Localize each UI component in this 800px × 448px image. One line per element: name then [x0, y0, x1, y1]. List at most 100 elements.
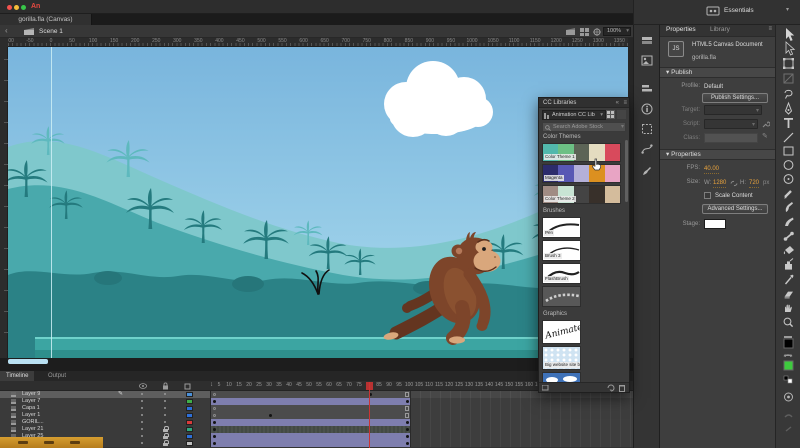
library-select[interactable]: Animation CC Lib ▾: [542, 110, 606, 120]
fps-value[interactable]: 40.00: [704, 165, 720, 174]
color-swatch[interactable]: [573, 144, 590, 161]
stage[interactable]: [4, 47, 635, 358]
brush-item[interactable]: FlashBrush: [542, 263, 581, 284]
layer-name[interactable]: Capa 1: [22, 405, 40, 412]
layer-lock-toggle[interactable]: [164, 393, 166, 395]
ink-bottle-tool[interactable]: [785, 258, 794, 270]
library-panel-icon[interactable]: [641, 55, 653, 67]
gradient-transform-tool[interactable]: [783, 73, 794, 84]
center-frame-icon[interactable]: [593, 28, 601, 36]
workspace-switcher[interactable]: Essentials: [724, 6, 754, 15]
stroke-color-swatch[interactable]: [783, 336, 794, 349]
link-dimensions-icon[interactable]: [730, 180, 738, 187]
height-value[interactable]: 720: [749, 179, 760, 188]
scale-content-checkbox[interactable]: [704, 192, 711, 199]
layer-row[interactable]: Layer 1: [0, 412, 633, 419]
motion-presets-panel-icon[interactable]: [641, 143, 653, 155]
edit-scene-icon[interactable]: [566, 28, 576, 36]
new-library-icon[interactable]: [542, 385, 549, 391]
layer-color-swatch[interactable]: [186, 399, 193, 404]
brush-tool[interactable]: [785, 202, 793, 212]
class-input[interactable]: [704, 133, 758, 143]
trash-icon[interactable]: [619, 384, 625, 392]
layer-visibility-toggle[interactable]: [141, 442, 143, 444]
layer-frames[interactable]: [211, 426, 633, 433]
layer-lock-toggle[interactable]: [164, 407, 166, 409]
stage-color-swatch[interactable]: [704, 219, 726, 229]
layer-color-swatch[interactable]: [186, 434, 193, 439]
pen-tool[interactable]: [784, 101, 793, 115]
layer-color-swatch[interactable]: [186, 413, 193, 418]
layer-color-swatch[interactable]: [186, 420, 193, 425]
color-swatch[interactable]: [573, 186, 590, 203]
advanced-settings-button[interactable]: Advanced Settings...: [702, 204, 768, 214]
layer-lock-toggle[interactable]: [164, 400, 166, 402]
layer-name-cell[interactable]: Layer 7: [0, 398, 211, 405]
default-colors-icon[interactable]: [783, 375, 793, 384]
vertical-guide[interactable]: [51, 47, 52, 358]
properties-section-header[interactable]: ▾ Properties: [660, 149, 775, 160]
subselection-tool[interactable]: [785, 41, 796, 56]
hand-tool[interactable]: [785, 304, 792, 312]
layer-lock-icon[interactable]: [163, 433, 169, 439]
grid-view-button[interactable]: [606, 110, 615, 119]
color-theme[interactable]: Magenta: [542, 164, 621, 183]
layer-name[interactable]: Layer 21: [22, 426, 43, 433]
document-tab[interactable]: gorilla.fla (Canvas): [0, 14, 92, 25]
publish-settings-button[interactable]: Publish Settings...: [702, 93, 768, 103]
width-value[interactable]: 1280: [713, 179, 727, 188]
tool-options[interactable]: [784, 414, 793, 432]
align-panel-icon[interactable]: [641, 83, 653, 95]
color-theme[interactable]: Color Theme 1: [542, 143, 621, 162]
eyedropper-tool[interactable]: [784, 274, 794, 285]
layer-visibility-toggle[interactable]: [141, 435, 143, 437]
color-swatch[interactable]: [589, 186, 605, 203]
publish-section-header[interactable]: ▾ Publish: [660, 67, 775, 78]
stage-zoom-select[interactable]: 100% ▾: [603, 27, 631, 36]
list-view-button[interactable]: [617, 110, 626, 119]
layer-visibility-toggle[interactable]: [141, 393, 143, 395]
layer-frames[interactable]: [211, 433, 633, 440]
brush-item[interactable]: [542, 286, 581, 307]
tab-output[interactable]: Output: [42, 371, 72, 381]
brush-library-panel-icon[interactable]: [641, 165, 653, 177]
free-transform-tool[interactable]: [783, 58, 794, 69]
panel-collapse-icon[interactable]: «: [616, 98, 619, 108]
layer-lock-icon[interactable]: [163, 440, 169, 446]
stock-search-input[interactable]: Search Adobe Stock ▾: [542, 122, 626, 132]
camera-tool[interactable]: [784, 392, 793, 402]
edit-symbols-icon[interactable]: [580, 28, 589, 36]
layer-color-swatch[interactable]: [186, 392, 193, 397]
cc-libraries-header[interactable]: CC Libraries « ≡: [539, 98, 629, 108]
panel-menu-icon[interactable]: ≡: [623, 98, 627, 108]
show-hide-all-icon[interactable]: [139, 383, 147, 389]
eraser-tool[interactable]: [784, 291, 793, 299]
tab-properties[interactable]: Properties: [666, 26, 696, 33]
scene-name[interactable]: Scene 1: [39, 27, 63, 36]
layer-visibility-toggle[interactable]: [141, 428, 143, 430]
bone-tool[interactable]: [783, 231, 794, 241]
tab-timeline[interactable]: Timeline: [0, 371, 35, 381]
primitive-oval-tool[interactable]: [783, 174, 794, 184]
back-arrow-icon[interactable]: ‹: [5, 26, 8, 35]
layer-name-cell[interactable]: Layer 1: [0, 412, 211, 419]
script-select[interactable]: ▾: [704, 119, 758, 129]
color-theme[interactable]: Color Theme 2: [542, 185, 621, 204]
cc-scrollbar[interactable]: [625, 140, 628, 202]
graphic-item[interactable]: Animate: [542, 320, 581, 344]
oval-tool[interactable]: [783, 160, 794, 170]
zoom-window-button[interactable]: [21, 5, 26, 10]
pencil-icon[interactable]: ✎: [762, 132, 768, 140]
layer-visibility-toggle[interactable]: [141, 407, 143, 409]
layer-visibility-toggle[interactable]: [141, 400, 143, 402]
line-tool[interactable]: [783, 132, 794, 143]
layer-name[interactable]: Layer 7: [22, 398, 40, 405]
paint-brush-tool[interactable]: [785, 217, 794, 227]
layer-name[interactable]: GORIL...: [22, 419, 44, 426]
transform-panel-icon[interactable]: [641, 123, 653, 135]
color-swatch[interactable]: [573, 165, 590, 182]
layer-visibility-toggle[interactable]: [141, 414, 143, 416]
stage-hscrollbar[interactable]: [8, 359, 48, 364]
brush-item[interactable]: Brush 3: [542, 240, 581, 261]
brush-item[interactable]: Pen: [542, 217, 581, 238]
